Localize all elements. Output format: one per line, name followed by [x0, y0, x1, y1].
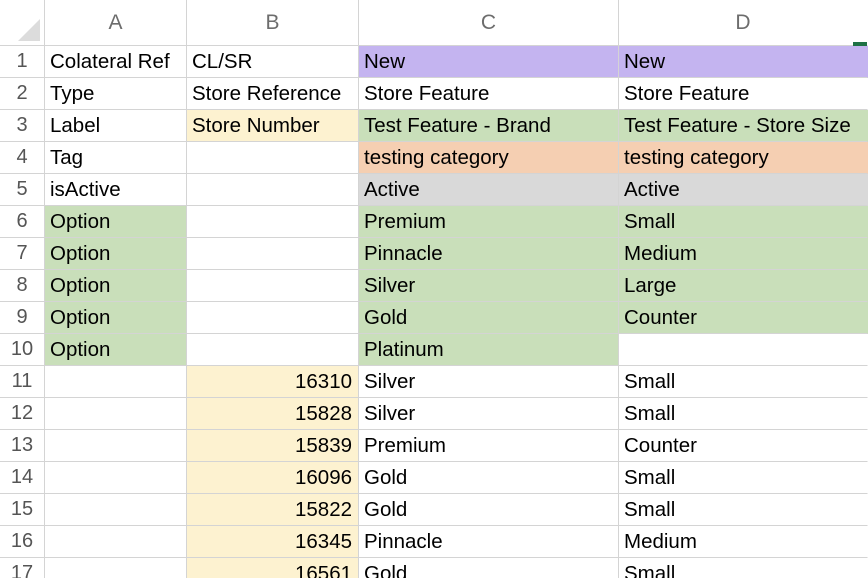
cell-d-12[interactable]: Small — [619, 398, 868, 430]
cell-b-1[interactable]: CL/SR — [187, 46, 359, 78]
cell-c-13[interactable]: Premium — [359, 430, 619, 462]
cell-c-6[interactable]: Premium — [359, 206, 619, 238]
cell-c-2[interactable]: Store Feature — [359, 78, 619, 110]
cell-a-17[interactable] — [45, 558, 187, 578]
cell-b-13[interactable]: 15839 — [187, 430, 359, 462]
cell-a-14[interactable] — [45, 462, 187, 494]
select-all-corner[interactable] — [0, 0, 45, 46]
cell-b-3[interactable]: Store Number — [187, 110, 359, 142]
cell-a-11[interactable] — [45, 366, 187, 398]
cell-c-4[interactable]: testing category — [359, 142, 619, 174]
cell-a-1[interactable]: Colateral Ref — [45, 46, 187, 78]
cell-d-17[interactable]: Small — [619, 558, 868, 578]
row-header[interactable]: 16 — [0, 526, 45, 558]
cell-c-9[interactable]: Gold — [359, 302, 619, 334]
row-header[interactable]: 12 — [0, 398, 45, 430]
cell-b-8[interactable] — [187, 270, 359, 302]
cell-b-15[interactable]: 15822 — [187, 494, 359, 526]
cell-a-12[interactable] — [45, 398, 187, 430]
spreadsheet-grid: A B C D 1 Colateral Ref CL/SR New New 2 Type St… — [0, 0, 868, 578]
cell-d-4[interactable]: testing category — [619, 142, 868, 174]
row-header[interactable]: 7 — [0, 238, 45, 270]
cell-a-10[interactable]: Option — [45, 334, 187, 366]
row-header[interactable]: 2 — [0, 78, 45, 110]
row-header[interactable]: 6 — [0, 206, 45, 238]
cell-a-5[interactable]: isActive — [45, 174, 187, 206]
cell-b-2[interactable]: Store Reference — [187, 78, 359, 110]
cell-c-10[interactable]: Platinum — [359, 334, 619, 366]
cell-a-7[interactable]: Option — [45, 238, 187, 270]
cell-b-17[interactable]: 16561 — [187, 558, 359, 578]
cell-d-15[interactable]: Small — [619, 494, 868, 526]
row-header[interactable]: 5 — [0, 174, 45, 206]
cell-c-11[interactable]: Silver — [359, 366, 619, 398]
cell-a-9[interactable]: Option — [45, 302, 187, 334]
cell-d-8[interactable]: Large — [619, 270, 868, 302]
row-header[interactable]: 17 — [0, 558, 45, 578]
row-header[interactable]: 1 — [0, 46, 45, 78]
column-header-label: C — [480, 10, 497, 34]
cell-b-16[interactable]: 16345 — [187, 526, 359, 558]
cell-d-1[interactable]: New — [619, 46, 868, 78]
cell-a-3[interactable]: Label — [45, 110, 187, 142]
select-all-triangle-icon — [18, 19, 40, 41]
cell-b-6[interactable] — [187, 206, 359, 238]
cell-c-14[interactable]: Gold — [359, 462, 619, 494]
row-header[interactable]: 3 — [0, 110, 45, 142]
cell-a-2[interactable]: Type — [45, 78, 187, 110]
row-header[interactable]: 14 — [0, 462, 45, 494]
cell-b-10[interactable] — [187, 334, 359, 366]
cell-a-8[interactable]: Option — [45, 270, 187, 302]
cell-d-14[interactable]: Small — [619, 462, 868, 494]
cell-b-12[interactable]: 15828 — [187, 398, 359, 430]
row-header[interactable]: 15 — [0, 494, 45, 526]
cell-b-5[interactable] — [187, 174, 359, 206]
cell-a-6[interactable]: Option — [45, 206, 187, 238]
column-header-a[interactable]: A — [45, 0, 187, 46]
cell-d-10[interactable] — [619, 334, 868, 366]
column-header-label: B — [265, 10, 280, 34]
cell-d-5[interactable]: Active — [619, 174, 868, 206]
column-header-row: A B C D — [0, 0, 868, 46]
row-header[interactable]: 11 — [0, 366, 45, 398]
row-header[interactable]: 10 — [0, 334, 45, 366]
column-header-c[interactable]: C — [359, 0, 619, 46]
row-header[interactable]: 9 — [0, 302, 45, 334]
cell-b-9[interactable] — [187, 302, 359, 334]
cell-d-6[interactable]: Small — [619, 206, 868, 238]
cell-a-16[interactable] — [45, 526, 187, 558]
cell-b-11[interactable]: 16310 — [187, 366, 359, 398]
cell-c-7[interactable]: Pinnacle — [359, 238, 619, 270]
cell-a-4[interactable]: Tag — [45, 142, 187, 174]
cell-b-14[interactable]: 16096 — [187, 462, 359, 494]
cell-d-7[interactable]: Medium — [619, 238, 868, 270]
column-header-d[interactable]: D — [619, 0, 868, 46]
row-header[interactable]: 8 — [0, 270, 45, 302]
cell-c-8[interactable]: Silver — [359, 270, 619, 302]
row-header[interactable]: 13 — [0, 430, 45, 462]
cell-c-17[interactable]: Gold — [359, 558, 619, 578]
column-header-label: A — [108, 10, 123, 34]
cell-c-15[interactable]: Gold — [359, 494, 619, 526]
column-header-b[interactable]: B — [187, 0, 359, 46]
column-header-label: D — [735, 10, 751, 34]
row-header[interactable]: 4 — [0, 142, 45, 174]
cell-d-13[interactable]: Counter — [619, 430, 868, 462]
cell-c-1[interactable]: New — [359, 46, 619, 78]
cell-d-3[interactable]: Test Feature - Store Size — [619, 110, 868, 142]
cell-d-2[interactable]: Store Feature — [619, 78, 868, 110]
cell-a-15[interactable] — [45, 494, 187, 526]
cell-a-13[interactable] — [45, 430, 187, 462]
cell-d-9[interactable]: Counter — [619, 302, 868, 334]
cell-d-16[interactable]: Medium — [619, 526, 868, 558]
cell-c-12[interactable]: Silver — [359, 398, 619, 430]
cell-b-7[interactable] — [187, 238, 359, 270]
cell-b-4[interactable] — [187, 142, 359, 174]
cell-c-16[interactable]: Pinnacle — [359, 526, 619, 558]
cell-d-11[interactable]: Small — [619, 366, 868, 398]
cell-c-5[interactable]: Active — [359, 174, 619, 206]
cell-c-3[interactable]: Test Feature - Brand — [359, 110, 619, 142]
